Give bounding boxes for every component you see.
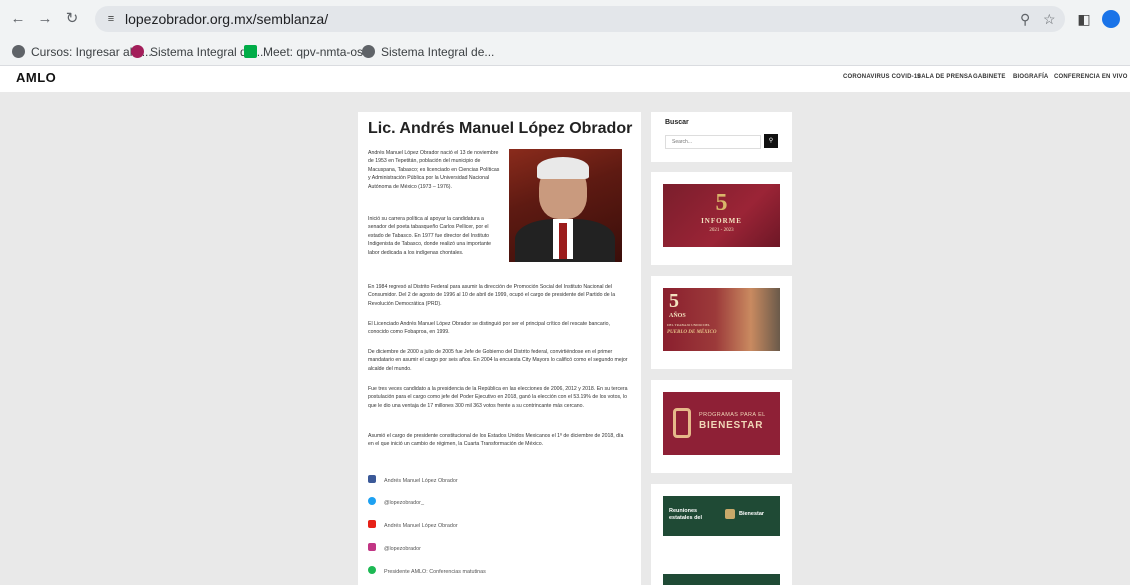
bookmark-item[interactable]: Sistema Integral de... [362,45,494,61]
social-link-instagram[interactable]: @lopezobrador [368,543,421,552]
social-link-youtube[interactable]: Andrés Manuel López Obrador [368,520,458,529]
site-logo[interactable]: AMLO [16,70,56,85]
bio-paragraph: Andrés Manuel López Obrador nació el 13 … [368,150,500,190]
back-icon[interactable]: ← [9,10,27,28]
omnibox[interactable]: ≡ lopezobrador.org.mx/semblanza/ ⚲ ☆ [95,6,1065,32]
search-input[interactable] [665,135,761,149]
bienestar-emblem-icon [725,509,735,519]
bio-paragraph: Asumió el cargo de presidente constituci… [368,433,624,448]
bio-paragraph: El Licenciado Andrés Manuel López Obrado… [368,321,610,336]
bio-paragraph: En 1984 regresó al Distrito Federal para… [368,284,616,307]
informe-banner[interactable]: 5 INFORME 2021 - 2023 [663,184,780,247]
banner-card: 5 AÑOS DEL TRABAJO UNIDO DEL PUEBLO DE M… [651,276,792,369]
banner-card: Reuniones estatales del Bienestar [651,484,792,565]
social-link-facebook[interactable]: Andrés Manuel López Obrador [368,475,458,484]
search-title: Buscar [665,119,689,126]
flower-icon [131,45,144,58]
facebook-icon [368,475,376,483]
bio-paragraph: De diciembre de 2000 a julio de 2005 fue… [368,349,628,372]
bookmarks-bar: Cursos: Ingresar al s... Sistema Integra… [0,38,1130,66]
page-body: Lic. Andrés Manuel López Obrador Andrés … [0,92,1130,585]
banner-card [651,562,792,585]
address-bar-row: ← → ↻ ≡ lopezobrador.org.mx/semblanza/ ⚲… [0,0,1130,38]
social-link-spotify[interactable]: Presidente AMLO: Conferencias matutinas [368,566,486,575]
bookmark-item[interactable]: Meet: qpv-nmta-osh [244,45,370,61]
article-card: Lic. Andrés Manuel López Obrador Andrés … [358,112,641,585]
url-text: lopezobrador.org.mx/semblanza/ [125,11,329,27]
side-panel-icon[interactable]: ◧ [1075,10,1093,28]
spotify-icon [368,566,376,574]
bio-paragraph: Fue tres veces candidato a la presidenci… [368,386,628,409]
bookmark-star-icon[interactable]: ☆ [1043,11,1056,28]
search-widget: Buscar ⚲ [651,112,792,162]
nav-sala-de-prensa[interactable]: SALA DE PRENSA [917,74,973,80]
forward-icon[interactable]: → [36,10,54,28]
nav-gabinete[interactable]: GABINETE [973,74,1006,80]
browser-chrome: ← → ↻ ≡ lopezobrador.org.mx/semblanza/ ⚲… [0,0,1130,66]
banner-card: PROGRAMAS PARA EL BIENESTAR [651,380,792,473]
next-banner[interactable] [663,574,780,585]
instagram-icon [368,543,376,551]
nav-covid[interactable]: CORONAVIRUS COVID-19 [843,74,921,80]
twitter-icon [368,497,376,505]
profile-avatar[interactable] [1102,10,1120,28]
anios-banner[interactable]: 5 AÑOS DEL TRABAJO UNIDO DEL PUEBLO DE M… [663,288,780,351]
site-header: AMLO CORONAVIRUS COVID-19 SALA DE PRENSA… [0,66,1130,92]
banner-card: 5 INFORME 2021 - 2023 [651,172,792,265]
bienestar-banner[interactable]: PROGRAMAS PARA EL BIENESTAR [663,392,780,455]
globe-icon [12,45,25,58]
meet-icon [244,45,257,58]
page-title: Lic. Andrés Manuel López Obrador [368,120,633,137]
nav-biografia[interactable]: BIOGRAFÍA [1013,74,1048,80]
search-icon: ⚲ [768,138,774,144]
social-link-twitter[interactable]: @lopezobrador_ [368,497,424,506]
globe-icon [362,45,375,58]
portrait-photo [509,149,622,262]
search-button[interactable]: ⚲ [764,134,778,148]
zoom-icon[interactable]: ⚲ [1020,11,1030,28]
nav-conferencia[interactable]: CONFERENCIA EN VIVO [1054,74,1128,80]
youtube-icon [368,520,376,528]
site-info-icon[interactable]: ≡ [103,11,119,27]
reuniones-banner[interactable]: Reuniones estatales del Bienestar [663,496,780,536]
bio-paragraph: Inició su carrera política al apoyar la … [368,216,492,256]
reload-icon[interactable]: ↻ [63,10,81,28]
bienestar-logo-icon [673,408,691,438]
